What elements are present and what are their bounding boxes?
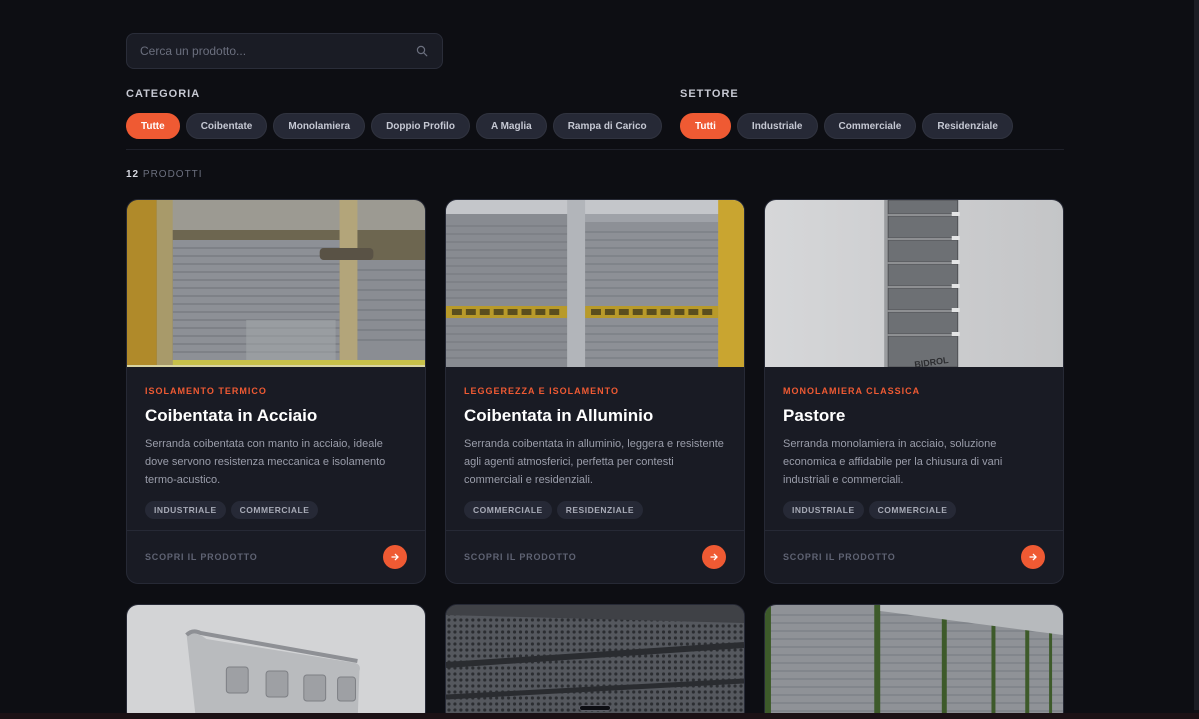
arrow-right-icon[interactable] [383,545,407,569]
discover-product-link[interactable]: SCOPRI IL PRODOTTO [464,552,577,562]
bottom-bar [0,713,1199,719]
product-description: Serranda monolamiera in acciaio, soluzio… [783,438,1003,486]
catalog-page: CATEGORIA Tutte Coibentate Monolamiera D… [126,33,1064,719]
product-footer: SCOPRI IL PRODOTTO [446,530,744,583]
product-grid: ISOLAMENTO TERMICO Coibentata in Acciaio… [126,199,1064,719]
product-image [446,605,744,719]
category-filter: CATEGORIA Tutte Coibentate Monolamiera D… [126,88,662,139]
category-chip-tutte[interactable]: Tutte [126,113,180,139]
product-tag: RESIDENZIALE [556,501,644,519]
product-footer: SCOPRI IL PRODOTTO [765,530,1063,583]
product-image [765,605,1063,719]
page-scrollbar[interactable] [1194,0,1199,719]
scrollbar-thumb[interactable] [1194,0,1199,710]
search-bar[interactable] [126,33,443,69]
arrow-right-icon[interactable] [702,545,726,569]
discover-product-link[interactable]: SCOPRI IL PRODOTTO [783,552,896,562]
category-chip-rampa-di-carico[interactable]: Rampa di Carico [552,113,662,139]
product-image [127,200,425,367]
sector-chip-industriale[interactable]: Industriale [736,113,818,139]
results-count-label: PRODOTTI [142,169,203,180]
sector-chip-tutti[interactable]: Tutti [680,113,731,139]
category-chip-coibentate[interactable]: Coibentate [185,113,268,139]
product-tag: COMMERCIALE [230,501,319,519]
product-image [446,200,744,367]
results-count-number: 12 [126,169,140,180]
product-card[interactable] [126,604,426,719]
product-footer: SCOPRI IL PRODOTTO [127,530,425,583]
product-tag: COMMERCIALE [464,501,552,519]
product-card[interactable] [764,604,1064,719]
product-image [127,605,425,719]
home-indicator[interactable] [579,705,611,711]
product-description: Serranda coibentata con manto in acciaio… [145,438,386,486]
sector-chip-commerciale[interactable]: Commerciale [823,113,917,139]
product-description: Serranda coibentata in alluminio, legger… [464,438,724,486]
product-tag: COMMERCIALE [868,501,957,519]
product-eyebrow: LEGGEREZZA E ISOLAMENTO [464,386,620,396]
product-eyebrow: MONOLAMIERA CLASSICA [783,386,921,396]
discover-product-link[interactable]: SCOPRI IL PRODOTTO [145,552,258,562]
product-eyebrow: ISOLAMENTO TERMICO [145,386,267,396]
arrow-right-icon[interactable] [1021,545,1045,569]
product-card[interactable]: BIDROL MONOLAMIERA CLASSICA Pastore Serr… [764,199,1064,584]
product-title[interactable]: Coibentata in Acciaio [145,405,407,427]
sector-filter-label: SETTORE [680,88,739,100]
results-count: 12 PRODOTTI [126,169,1064,181]
product-title[interactable]: Coibentata in Alluminio [464,405,726,427]
sector-chip-residenziale[interactable]: Residenziale [922,113,1013,139]
sector-filter: SETTORE Tutti Industriale Commerciale Re… [680,88,1013,139]
filters: CATEGORIA Tutte Coibentate Monolamiera D… [126,88,1064,150]
product-image: BIDROL [765,200,1063,367]
category-chip-doppio-profilo[interactable]: Doppio Profilo [371,113,470,139]
search-input[interactable] [140,44,416,58]
category-chip-monolamiera[interactable]: Monolamiera [273,113,366,139]
category-chip-a-maglia[interactable]: A Maglia [475,113,547,139]
product-title[interactable]: Pastore [783,405,1045,427]
product-tag: INDUSTRIALE [783,501,864,519]
category-filter-label: CATEGORIA [126,88,201,100]
product-card[interactable]: LEGGEREZZA E ISOLAMENTO Coibentata in Al… [445,199,745,584]
product-tag: INDUSTRIALE [145,501,226,519]
product-card[interactable]: ISOLAMENTO TERMICO Coibentata in Acciaio… [126,199,426,584]
product-card[interactable] [445,604,745,719]
search-icon[interactable] [416,45,428,57]
